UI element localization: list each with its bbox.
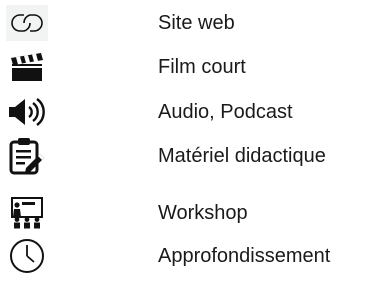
legend-item-film-court: Film court: [0, 47, 374, 87]
clapperboard-icon: [4, 47, 50, 87]
presentation-icon: [4, 193, 50, 233]
speaker-icon: [4, 92, 50, 132]
legend-item-label: Matériel didactique: [158, 145, 326, 167]
legend-item-label: Site web: [158, 12, 235, 34]
legend-item-label: Audio, Podcast: [158, 101, 293, 123]
legend-item-workshop: Workshop: [0, 193, 374, 233]
legend-item-site-web: Site web: [0, 3, 374, 43]
clock-icon: [4, 236, 50, 276]
legend-item-label: Workshop: [158, 202, 248, 224]
clipboard-pencil-icon: [4, 136, 50, 176]
link-icon: [4, 3, 50, 43]
legend-item-audio-podcast: Audio, Podcast: [0, 92, 374, 132]
legend-item-approfondissement: Approfondissement: [0, 236, 374, 276]
legend-item-materiel-didactique: Matériel didactique: [0, 136, 374, 176]
legend-item-label: Film court: [158, 56, 246, 78]
legend-item-label: Approfondissement: [158, 245, 331, 267]
